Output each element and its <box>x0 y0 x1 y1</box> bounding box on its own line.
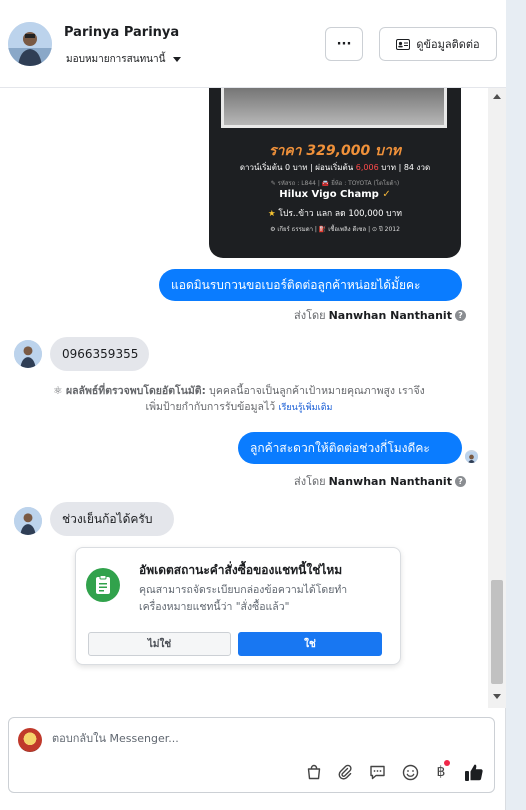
ad-down-payment: ดาวน์เริ่มต้น 0 บาท | ผ่อนเริ่มต้น 6,006… <box>239 163 431 172</box>
view-contact-button[interactable]: ดูข้อมูลติดต่อ <box>379 27 497 61</box>
atom-icon: ⚛ <box>53 385 63 397</box>
attachment-icon[interactable] <box>335 762 355 782</box>
assign-label: มอบหมายการสนทนานี้ <box>66 54 166 65</box>
star-icon: ★ <box>268 209 276 219</box>
window-edge <box>506 0 526 810</box>
assign-conversation-dropdown[interactable]: มอบหมายการสนทนานี้ <box>66 52 182 67</box>
order-status-card: อัพเดตสถานะคำสั่งซื้อของแชทนี้ใช่ไหม คุณ… <box>75 547 401 665</box>
conversation-header: Parinya Parinya มอบหมายการสนทนานี้ ··· ด… <box>0 0 506 88</box>
card-title: อัพเดตสถานะคำสั่งซื้อของแชทนี้ใช่ไหม <box>139 563 343 577</box>
order-list-icon <box>86 568 120 602</box>
ad-model: Hilux Vigo Champ ✓ <box>279 189 391 200</box>
yes-button[interactable]: ใช่ <box>238 632 382 656</box>
info-icon[interactable]: ? <box>454 309 466 321</box>
contact-card-icon <box>396 38 411 50</box>
learn-more-link[interactable]: เรียนรู้เพิ่มเติม <box>279 403 333 413</box>
payment-baht-icon[interactable]: ฿ <box>431 760 451 782</box>
message-thread: ราคา 329,000 บาท ดาวน์เริ่มต้น 0 บาท | ผ… <box>0 88 488 708</box>
reply-input[interactable] <box>52 732 352 745</box>
chevron-down-icon <box>173 57 182 62</box>
card-description: คุณสามารถจัดระเบียบกล่องข้อความได้โดยทำ … <box>139 584 348 613</box>
scroll-down-arrow[interactable] <box>493 694 501 699</box>
shopping-bag-icon[interactable] <box>304 762 324 782</box>
message-bubble-outgoing[interactable]: แอดมินรบกวนขอเบอร์ติดต่อลูกค้าหน่อยได้มั… <box>159 269 462 301</box>
ad-promo: ★ โปร..ข้าว แลก ลด 100,000 บาท <box>268 209 402 219</box>
contact-avatar[interactable] <box>8 22 52 66</box>
page-avatar <box>18 728 42 752</box>
seen-avatar <box>465 450 478 463</box>
contact-name[interactable]: Parinya Parinya <box>64 25 179 40</box>
shared-ad-image[interactable]: ราคา 329,000 บาท ดาวน์เริ่มต้น 0 บาท | ผ… <box>209 88 461 258</box>
contact-avatar-small <box>14 507 42 535</box>
scroll-thumb[interactable] <box>491 580 503 684</box>
contact-avatar-small <box>14 340 42 368</box>
no-button[interactable]: ไม่ใช่ <box>88 632 231 656</box>
message-bubble-incoming[interactable]: ช่วงเย็นก้อได้ครับ <box>50 502 174 536</box>
scroll-up-arrow[interactable] <box>493 94 501 99</box>
auto-detect-note: ⚛ ผลลัพธ์ที่ตรวจพบโดยอัตโนมัติ: บุคคลนี้… <box>53 385 425 413</box>
emoji-icon[interactable] <box>400 762 420 782</box>
message-bubble-incoming[interactable]: 0966359355 <box>50 337 149 371</box>
sent-by-label: ส่งโดย Nanwhan Nanthanit ? <box>294 306 466 324</box>
message-bubble-outgoing[interactable]: ลูกค้าสะดวกให้ติดต่อช่วงกี่โมงดีคะ <box>238 432 462 464</box>
ad-price: ราคา 329,000 บาท <box>268 143 402 159</box>
check-icon: ✓ <box>382 189 391 200</box>
like-thumb-icon[interactable] <box>464 762 484 782</box>
car-photo <box>221 88 447 128</box>
notification-dot <box>444 760 450 766</box>
thread-scrollbar[interactable] <box>488 88 506 708</box>
conversation-panel: Parinya Parinya มอบหมายการสนทนานี้ ··· ด… <box>0 0 506 810</box>
info-icon[interactable]: ? <box>454 475 466 487</box>
ad-footer: ⚙ เกียร์ ธรรมดา | ⛽ เชื้อเพลิง ดีเซล | ⊙… <box>270 226 400 233</box>
saved-reply-icon[interactable] <box>367 762 387 782</box>
ad-meta: ✎ รหัสรถ : L844 | 🚘 ยี่ห้อ : TOYOTA (โตโ… <box>270 180 400 187</box>
view-contact-label: ดูข้อมูลติดต่อ <box>416 38 480 51</box>
more-options-button[interactable]: ··· <box>325 27 363 61</box>
reply-composer: ฿ <box>8 717 495 793</box>
sent-by-label: ส่งโดย Nanwhan Nanthanit ? <box>294 472 466 490</box>
